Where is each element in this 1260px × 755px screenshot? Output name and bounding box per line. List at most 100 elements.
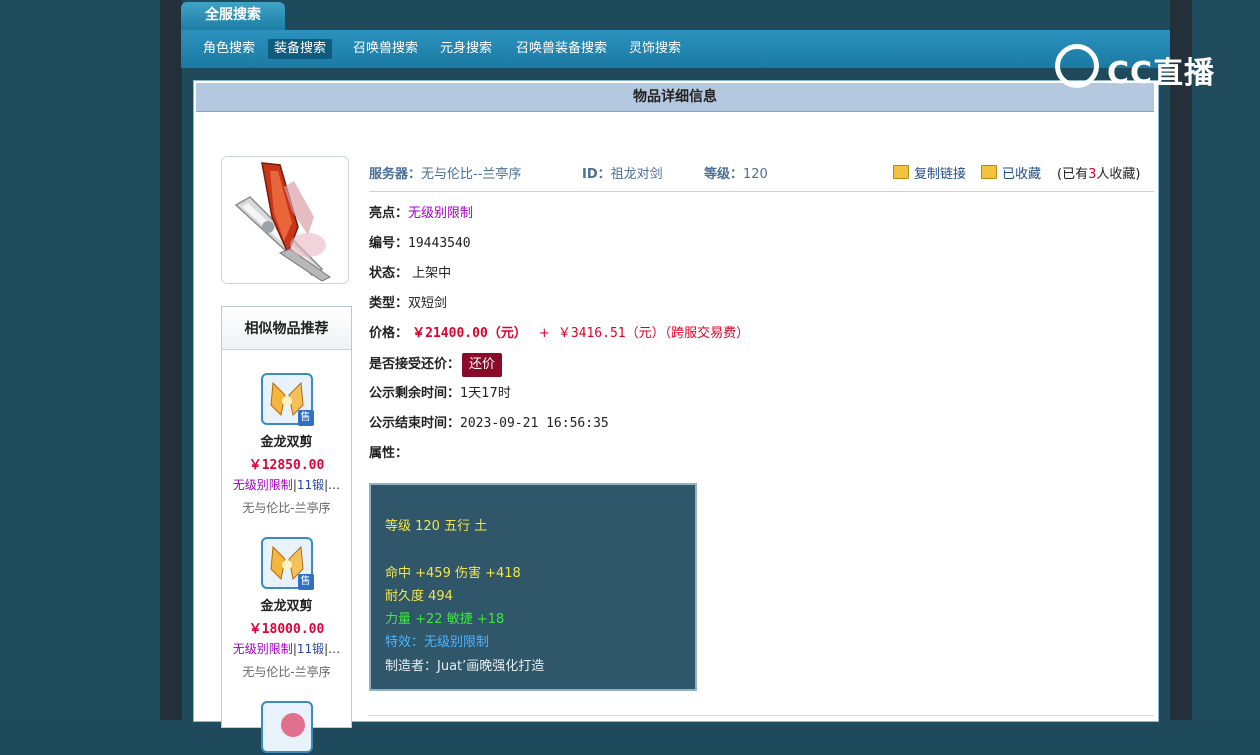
page-border-right [1170,0,1192,720]
cc-live-watermark: CC直播 [1055,44,1225,91]
double-blade-icon [234,162,331,282]
level-value: 120 [743,167,768,182]
nav-yuanshen-search[interactable]: 元身搜索 [434,39,498,59]
favorite-folder-icon [981,165,997,179]
nav-pet-equipment-search[interactable]: 召唤兽装备搜索 [510,39,613,59]
cc-logo-icon [1055,44,1099,88]
similar-item-server: 无与伦比-兰亭序 [242,665,331,679]
bargain-button[interactable]: 还价 [462,353,503,377]
number-label: 编号： [369,236,409,251]
similar-item[interactable]: 售 金龙双剪 ￥12850.00 无级别限制|11锻|… 无与伦比-兰亭序 [222,373,351,516]
similar-item-name[interactable]: 金龙双剪 [222,595,351,614]
detail-panel: 物品详细信息 相似物品推荐 售 金龙双剪 ￥12850.00 无级别限制|11锻… [193,80,1159,753]
price-row: 价格： ￥21400.00（元） + ￥3416.51（元）（跨服交易费） [369,323,749,345]
tag-forge: 11锻 [296,478,325,492]
item-image [221,156,349,284]
id-label: ID： [582,167,611,182]
favorite-button[interactable]: 已收藏 [981,163,1041,182]
status-row: 状态： 上架中 [369,263,451,285]
page-background-right [1192,0,1260,720]
copy-link-label: 复制链接 [914,167,967,182]
attr-strength-agility: 力量 +22 敏捷 +18 [385,612,505,627]
remaining-time-row: 公示剩余时间：1天17时 [369,383,511,405]
id-value: 祖龙对剑 [610,167,663,182]
similar-item[interactable]: 售 金龙双剪 ￥18000.00 无级别限制|11锻|… 无与伦比-兰亭序 [222,537,351,680]
status-label: 状态： [369,266,409,281]
tag-forge: 11锻 [296,642,325,656]
remaining-time-label: 公示剩余时间： [369,386,461,401]
attributes-label: 属性： [369,446,409,461]
attributes-row: 属性： [369,443,408,465]
similar-items-panel: 相似物品推荐 售 金龙双剪 ￥12850.00 无级别限制|11锻|… 无与伦比… [221,306,352,753]
highlight-row: 亮点：无级别限制 [369,203,473,225]
attributes-box: 等级 120 五行 土 命中 +459 伤害 +418 耐久度 494 力量 +… [369,483,697,691]
nav-ornament-search[interactable]: 灵饰搜索 [623,39,687,59]
similar-item-name[interactable]: 金龙双剪 [222,431,351,450]
favorite-count: (已有3人收藏) [1057,163,1140,182]
id-info: ID：祖龙对剑 [582,163,663,182]
similar-item-price: ￥12850.00 [248,458,325,473]
divider [369,715,1154,716]
attr-hit-damage: 命中 +459 伤害 +418 [385,566,521,581]
item-thumbnail[interactable] [260,701,313,753]
server-info: 服务器：无与伦比--兰亭序 [369,163,521,182]
tag-no-level-limit: 无级别限制 [232,642,293,656]
watermark-text: CC直播 [1107,56,1216,91]
favorite-count-suffix: 人收藏) [1096,167,1141,182]
copy-link-icon [893,165,909,179]
server-label: 服务器： [369,167,422,182]
tag-more: |… [324,478,341,492]
bargain-label: 是否接受还价： [369,357,461,372]
status-value: 上架中 [412,266,452,281]
level-info: 等级：120 [704,163,768,182]
price-plus: + [538,326,550,341]
similar-item[interactable] [222,701,351,753]
nav-role-search[interactable]: 角色搜索 [197,39,261,59]
price-value: ￥21400.00（元） [412,326,527,341]
number-value: 19443540 [408,236,471,251]
type-label: 类型： [369,296,409,311]
search-app: 全服搜索 角色搜索 装备搜索 召唤兽搜索 元身搜索 召唤兽装备搜索 灵饰搜索 物… [181,0,1170,753]
nav-equipment-search[interactable]: 装备搜索 [268,39,333,59]
tab-server-search[interactable]: 全服搜索 [181,2,285,30]
similar-items-title: 相似物品推荐 [222,307,351,350]
copy-link-button[interactable]: 复制链接 [893,163,966,182]
price-label: 价格： [369,326,409,341]
similar-item-server: 无与伦比-兰亭序 [242,501,331,515]
detail-header: 物品详细信息 [196,83,1154,112]
nav-pet-search[interactable]: 召唤兽搜索 [347,39,424,59]
search-nav: 角色搜索 装备搜索 召唤兽搜索 元身搜索 召唤兽装备搜索 灵饰搜索 [181,30,1170,68]
page-background-left [0,0,160,720]
type-value: 双短剑 [408,296,448,311]
similar-item-tags: 无级别限制|11锻|… [232,642,341,656]
number-row: 编号：19443540 [369,233,471,255]
end-time-value: 2023-09-21 16:56:35 [460,416,609,431]
tag-more: |… [324,642,341,656]
highlight-value: 无级别限制 [408,206,474,221]
sale-badge: 售 [297,410,314,426]
favorite-label: 已收藏 [1002,167,1042,182]
bargain-row: 是否接受还价： 还价 [369,353,503,377]
level-label: 等级： [704,167,744,182]
item-thumbnail[interactable]: 售 [260,537,314,590]
end-time-label: 公示结束时间： [369,416,461,431]
fee-value: ￥3416.51（元）（跨服交易费） [557,326,750,341]
attr-level-element: 等级 120 五行 土 [385,519,488,534]
end-time-row: 公示结束时间：2023-09-21 16:56:35 [369,413,609,435]
similar-item-price: ￥18000.00 [248,622,325,637]
page-border-left [160,0,182,720]
attr-special-effect: 特效：无级别限制 [385,635,490,650]
similar-item-tags: 无级别限制|11锻|… [232,478,341,492]
attr-maker: 制造者：Juat’画晚强化打造 [385,659,545,674]
remaining-time-value: 1天17时 [460,386,511,401]
server-value: 无与伦比--兰亭序 [421,167,522,182]
highlight-label: 亮点： [369,206,409,221]
favorite-count-prefix: (已有 [1057,167,1089,182]
item-summary-bar: 服务器：无与伦比--兰亭序 ID：祖龙对剑 等级：120 复制链接 已收藏 (已… [369,157,1154,192]
tag-no-level-limit: 无级别限制 [232,478,293,492]
type-row: 类型：双短剑 [369,293,447,315]
item-thumbnail[interactable]: 售 [260,373,314,426]
sale-badge: 售 [297,574,314,590]
attr-durability: 耐久度 494 [385,589,453,604]
pink-orb-icon [280,713,305,737]
